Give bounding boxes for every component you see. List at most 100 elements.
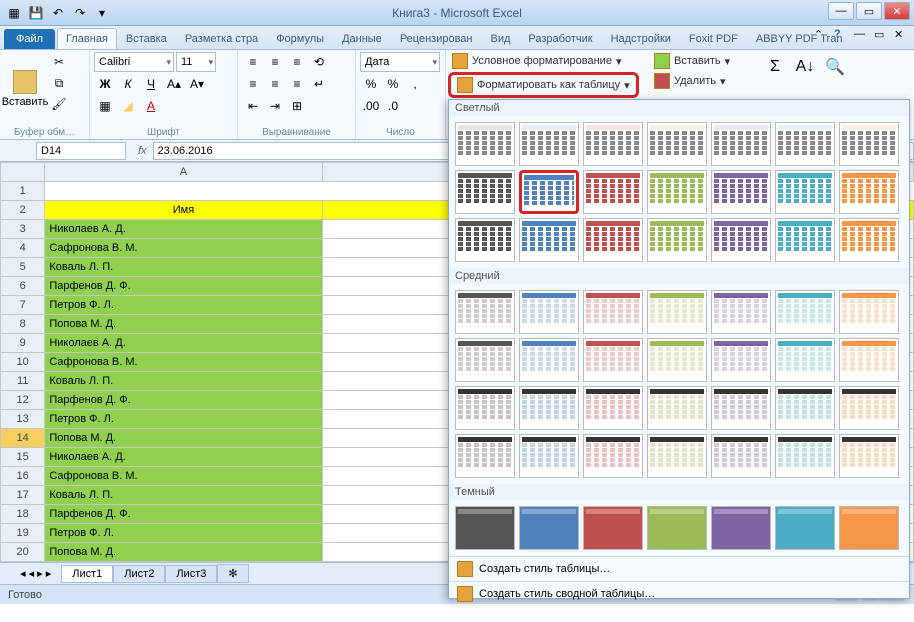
help-icon[interactable]: ? [834,28,848,42]
row-header[interactable]: 6 [1,277,45,296]
table-style-swatch[interactable] [839,170,899,214]
table-style-swatch[interactable] [647,338,707,382]
row-header[interactable]: 2 [1,201,45,220]
maximize-button[interactable]: ▭ [856,2,882,20]
increase-font-icon[interactable]: A▴ [163,74,185,94]
decrease-decimal-icon[interactable]: .0 [382,96,404,116]
insert-cells-button[interactable]: Вставить▾ [650,52,734,70]
cut-icon[interactable]: ✂ [48,52,70,72]
table-style-swatch[interactable] [711,338,771,382]
table-style-swatch[interactable] [455,338,515,382]
fx-icon[interactable]: fx [132,145,153,157]
underline-button[interactable]: Ч [140,74,162,94]
tab-developer[interactable]: Разработчик [519,28,601,49]
table-style-swatch[interactable] [839,218,899,262]
table-style-swatch[interactable] [839,122,899,166]
row-header[interactable]: 16 [1,467,45,486]
redo-icon[interactable]: ↷ [70,3,90,23]
italic-button[interactable]: К [117,74,139,94]
table-style-swatch[interactable] [775,338,835,382]
row-header[interactable]: 8 [1,315,45,334]
table-style-swatch[interactable] [583,434,643,478]
cell[interactable]: Петров Ф. Л. [45,524,322,543]
table-style-swatch[interactable] [647,386,707,430]
table-style-swatch[interactable] [519,290,579,334]
table-style-swatch[interactable] [455,122,515,166]
table-style-swatch[interactable] [711,506,771,550]
table-style-swatch[interactable] [583,170,643,214]
new-sheet-icon[interactable]: ✻ [217,564,248,583]
copy-icon[interactable]: ⧉ [48,73,70,93]
table-style-swatch[interactable] [711,122,771,166]
align-left-icon[interactable]: ≡ [242,74,264,94]
tab-data[interactable]: Данные [333,28,391,49]
table-style-swatch[interactable] [711,218,771,262]
tab-insert[interactable]: Вставка [117,28,176,49]
table-style-swatch[interactable] [775,218,835,262]
row-header[interactable]: 9 [1,334,45,353]
table-style-swatch[interactable] [455,290,515,334]
file-tab[interactable]: Файл [4,29,55,49]
table-style-swatch[interactable] [519,338,579,382]
table-style-swatch[interactable] [455,506,515,550]
table-style-swatch[interactable] [519,122,579,166]
increase-indent-icon[interactable]: ⇥ [264,96,286,116]
name-box[interactable]: D14 [36,142,126,160]
sheet-tab[interactable]: Лист1 [61,565,113,583]
row-header[interactable]: 4 [1,239,45,258]
minimize-button[interactable]: — [828,2,854,20]
undo-icon[interactable]: ↶ [48,3,68,23]
tab-addins[interactable]: Надстройки [602,28,680,49]
table-style-swatch[interactable] [839,290,899,334]
table-style-swatch[interactable] [583,338,643,382]
cell[interactable]: Николаев А. Д. [45,448,322,467]
cell[interactable]: Петров Ф. Л. [45,410,322,429]
cell[interactable]: Парфенов Д. Ф. [45,391,322,410]
table-style-swatch[interactable] [839,506,899,550]
table-style-swatch[interactable] [711,290,771,334]
currency-icon[interactable]: % [360,74,382,94]
autosum-icon[interactable]: Σ [762,54,788,80]
font-size-combo[interactable]: 11 [176,52,216,72]
table-style-swatch[interactable] [775,122,835,166]
row-header[interactable]: 13 [1,410,45,429]
table-style-swatch[interactable] [775,290,835,334]
table-style-swatch[interactable] [519,170,579,214]
align-center-icon[interactable]: ≡ [264,74,286,94]
col-header-a[interactable]: A [45,163,322,182]
row-header[interactable]: 1 [1,182,45,201]
row-header[interactable]: 20 [1,543,45,562]
cell[interactable]: Петров Ф. Л. [45,296,322,315]
table-style-swatch[interactable] [647,218,707,262]
merge-icon[interactable]: ⊞ [286,96,308,116]
decrease-font-icon[interactable]: A▾ [186,74,208,94]
table-style-swatch[interactable] [455,218,515,262]
tab-home[interactable]: Главная [57,28,117,49]
cell[interactable]: Попова М. Д. [45,315,322,334]
borders-icon[interactable]: ▦ [94,96,116,116]
new-pivot-style-button[interactable]: Создать стиль сводной таблицы… [449,581,909,606]
paste-button[interactable]: Вставить [4,52,46,126]
fill-color-icon[interactable]: ◢ [117,96,139,116]
align-right-icon[interactable]: ≡ [286,74,308,94]
row-header[interactable]: 11 [1,372,45,391]
cell[interactable]: Николаев А. Д. [45,334,322,353]
cell[interactable]: Коваль Л. П. [45,372,322,391]
table-style-swatch[interactable] [455,386,515,430]
conditional-formatting-button[interactable]: Условное форматирование▾ [448,52,639,70]
doc-minimize-icon[interactable]: — [854,28,868,42]
sheet-nav-icons[interactable]: ◂ ◂ ▸ ▸ [20,567,51,580]
format-as-table-button[interactable]: Форматировать как таблицу▾ [448,72,639,98]
table-style-swatch[interactable] [647,506,707,550]
new-table-style-button[interactable]: Создать стиль таблицы… [449,556,909,581]
table-style-swatch[interactable] [647,170,707,214]
increase-decimal-icon[interactable]: .00 [360,96,382,116]
table-style-swatch[interactable] [455,434,515,478]
table-style-swatch[interactable] [455,170,515,214]
tab-view[interactable]: Вид [482,28,520,49]
minimize-ribbon-icon[interactable]: ⌃ [814,28,828,42]
table-style-swatch[interactable] [711,170,771,214]
save-icon[interactable]: 💾 [26,3,46,23]
percent-icon[interactable]: % [382,74,404,94]
doc-restore-icon[interactable]: ▭ [874,28,888,42]
